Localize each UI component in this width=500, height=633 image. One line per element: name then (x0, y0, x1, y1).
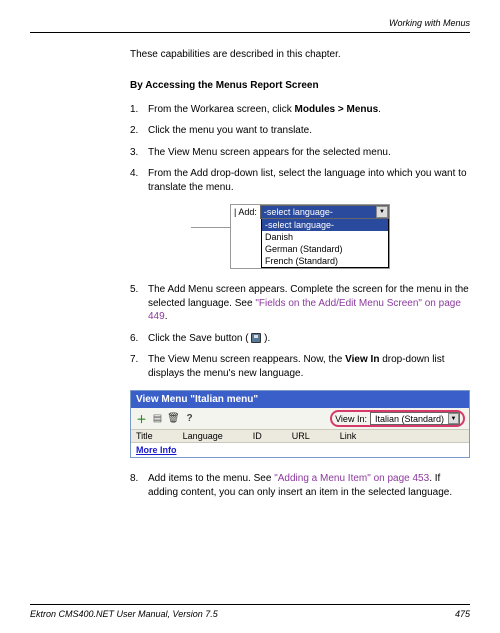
step-6: 6. Click the Save button ( ). (130, 332, 470, 346)
intro-paragraph: These capabilities are described in this… (130, 48, 470, 62)
footer-manual-title: Ektron CMS400.NET User Manual, Version 7… (30, 609, 218, 619)
chevron-down-icon[interactable]: ▼ (448, 413, 459, 424)
step-body: Click the menu you want to translate. (148, 124, 470, 138)
language-select[interactable]: -select language- ▼ (260, 205, 389, 219)
view-in-label: View In: (335, 414, 367, 424)
footer-rule (30, 604, 470, 605)
help-icon[interactable]: ? (183, 412, 196, 425)
document-icon[interactable]: ▤ (151, 412, 164, 425)
column-header: Language (183, 431, 223, 441)
language-option[interactable]: French (Standard) (262, 255, 388, 267)
step-body: From the Workarea screen, click Modules … (148, 103, 470, 117)
view-in-highlight: View In: Italian (Standard) ▼ (330, 410, 465, 427)
language-option[interactable]: Danish (262, 231, 388, 243)
language-option[interactable]: -select language- (262, 219, 388, 231)
page-section-header: Working with Menus (389, 18, 470, 28)
step-number: 8. (130, 472, 148, 499)
header-rule (30, 32, 470, 33)
text-bold: View In (345, 354, 379, 365)
menu-path: Modules > Menus (295, 104, 379, 115)
step-2: 2. Click the menu you want to translate. (130, 124, 470, 138)
save-icon (251, 333, 261, 343)
page-footer: Ektron CMS400.NET User Manual, Version 7… (30, 609, 470, 619)
figure-view-menu-screen: View Menu "Italian menu" ＋ ▤ 🗑 ? View In… (130, 390, 470, 458)
text: Click the Save button ( (148, 333, 251, 344)
column-header: URL (292, 431, 310, 441)
text: . (378, 104, 381, 115)
step-number: 2. (130, 124, 148, 138)
table-row: More Info (131, 443, 469, 457)
text: From the Workarea screen, click (148, 104, 295, 115)
column-header: ID (253, 431, 262, 441)
step-number: 5. (130, 283, 148, 324)
column-header: Link (340, 431, 357, 441)
step-body: Click the Save button ( ). (148, 332, 470, 346)
step-number: 7. (130, 353, 148, 380)
step-number: 1. (130, 103, 148, 117)
view-in-value: Italian (Standard) (371, 414, 448, 424)
step-body: The Add Menu screen appears. Complete th… (148, 283, 470, 324)
table-header-row: Title Language ID URL Link (131, 430, 469, 443)
step-1: 1. From the Workarea screen, click Modul… (130, 103, 470, 117)
cross-reference-link[interactable]: "Adding a Menu Item" on page 453 (274, 473, 429, 484)
text: Add items to the menu. See (148, 473, 274, 484)
step-5: 5. The Add Menu screen appears. Complete… (130, 283, 470, 324)
add-icon[interactable]: ＋ (135, 412, 148, 425)
step-body: Add items to the menu. See "Adding a Men… (148, 472, 470, 499)
language-options-list: -select language- Danish German (Standar… (261, 218, 389, 268)
footer-page-number: 475 (455, 609, 470, 619)
text: . (165, 311, 168, 322)
step-4: 4. From the Add drop-down list, select t… (130, 167, 470, 194)
figure-connector-line (191, 227, 231, 228)
language-option[interactable]: German (Standard) (262, 243, 388, 255)
main-content: These capabilities are described in this… (130, 48, 470, 507)
view-in-select[interactable]: Italian (Standard) ▼ (370, 412, 460, 425)
section-heading: By Accessing the Menus Report Screen (130, 80, 470, 91)
text: The View Menu screen reappears. Now, the (148, 354, 345, 365)
window-titlebar: View Menu "Italian menu" (131, 391, 469, 408)
figure-add-language-dropdown: | Add: -select language- ▼ -select langu… (230, 204, 390, 269)
text: ). (261, 333, 270, 344)
language-select-value: -select language- (261, 206, 376, 218)
step-number: 4. (130, 167, 148, 194)
toolbar: ＋ ▤ 🗑 ? View In: Italian (Standard) ▼ (131, 408, 469, 430)
step-number: 6. (130, 332, 148, 346)
step-body: The View Menu screen appears for the sel… (148, 146, 470, 160)
step-body: From the Add drop-down list, select the … (148, 167, 470, 194)
step-body: The View Menu screen reappears. Now, the… (148, 353, 470, 380)
column-header: Title (136, 431, 153, 441)
add-label: | Add: (231, 205, 260, 219)
step-7: 7. The View Menu screen reappears. Now, … (130, 353, 470, 380)
step-8: 8. Add items to the menu. See "Adding a … (130, 472, 470, 499)
chevron-down-icon[interactable]: ▼ (376, 206, 388, 218)
menu-item-link[interactable]: More Info (136, 445, 177, 455)
delete-icon[interactable]: 🗑 (167, 412, 180, 425)
dropdown-row: | Add: -select language- ▼ (231, 205, 389, 219)
step-3: 3. The View Menu screen appears for the … (130, 146, 470, 160)
step-number: 3. (130, 146, 148, 160)
